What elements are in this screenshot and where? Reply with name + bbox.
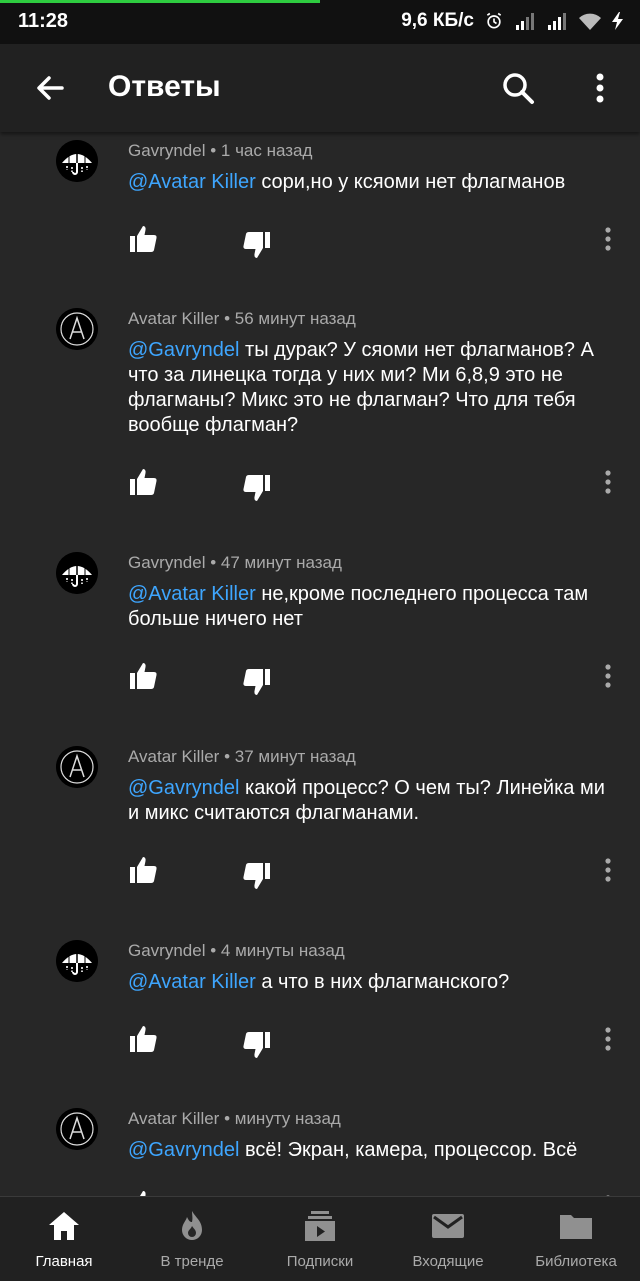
comment-meta: Gavryndel • 47 минут назад: [128, 553, 342, 573]
avatar[interactable]: [56, 552, 98, 594]
meta-separator: •: [205, 941, 221, 960]
app-bar: Ответы: [0, 44, 640, 132]
dislike-icon[interactable]: [240, 229, 272, 261]
bottom-navigation: Главная В тренде Подписки Входящие Библиотек…: [0, 1196, 640, 1281]
comment-meta: Avatar Killer • 56 минут назад: [128, 309, 356, 329]
comment-author[interactable]: Gavryndel: [128, 141, 205, 160]
mention-link[interactable]: @Gavryndel: [128, 339, 239, 361]
comment-author[interactable]: Avatar Killer: [128, 747, 219, 766]
network-speed: 9,6 КБ/с: [401, 10, 474, 31]
signal-icon: [516, 13, 534, 30]
comment-text: @Avatar Killer не,кроме последнего проце…: [128, 582, 618, 632]
mention-link[interactable]: @Avatar Killer: [128, 583, 256, 605]
comment-author[interactable]: Avatar Killer: [128, 309, 219, 328]
comment-meta: Avatar Killer • 37 минут назад: [128, 747, 356, 767]
search-icon[interactable]: [496, 66, 540, 110]
meta-separator: •: [205, 553, 221, 572]
mention-link[interactable]: @Avatar Killer: [128, 971, 256, 993]
home-icon: [46, 1209, 82, 1243]
comment-time[interactable]: 47 минут назад: [221, 553, 342, 572]
nav-label: Подписки: [286, 1253, 354, 1270]
comment-text: @Avatar Killer сори,но у ксяоми нет флаг…: [128, 170, 618, 195]
comment-text: @Avatar Killer а что в них флагманского?: [128, 970, 618, 995]
like-icon[interactable]: [128, 1188, 160, 1196]
like-icon[interactable]: [128, 660, 160, 692]
comment-time[interactable]: минуту назад: [235, 1109, 341, 1128]
more-vert-icon[interactable]: [580, 66, 620, 110]
meta-separator: •: [205, 141, 221, 160]
comment-time[interactable]: 1 час назад: [221, 141, 313, 160]
nav-item-2[interactable]: Подписки: [256, 1197, 384, 1281]
nav-label: Библиотека: [535, 1253, 617, 1270]
alarm-icon: [486, 12, 502, 29]
comment-author[interactable]: Gavryndel: [128, 941, 205, 960]
comment-body: сори,но у ксяоми нет флагманов: [261, 171, 566, 193]
comment-body: а что в них флагманского?: [261, 971, 510, 993]
status-progress-line: [0, 0, 320, 3]
comment-time[interactable]: 4 минуты назад: [221, 941, 345, 960]
subscriptions-icon: [302, 1209, 338, 1243]
nav-item-1[interactable]: В тренде: [128, 1197, 256, 1281]
status-time: 11:28: [18, 10, 69, 32]
dislike-icon[interactable]: [240, 860, 272, 892]
status-icons: 9,6 КБ/с: [401, 10, 626, 32]
comment-item: Avatar Killer • 56 минут назад @Gavryndel…: [0, 300, 640, 501]
nav-label: Входящие: [412, 1253, 484, 1270]
comment-author[interactable]: Gavryndel: [128, 553, 205, 572]
meta-separator: •: [219, 1109, 235, 1128]
charging-icon: [612, 12, 623, 30]
replies-list[interactable]: Gavryndel • 1 час назад @Avatar Killer со…: [0, 132, 640, 1196]
comment-item: Avatar Killer • минуту назад @Gavryndel в…: [0, 1100, 640, 1196]
comment-item: Avatar Killer • 37 минут назад @Gavryndel…: [0, 738, 640, 938]
comment-time[interactable]: 37 минут назад: [235, 747, 356, 766]
nav-label: Главная: [35, 1253, 93, 1270]
meta-separator: •: [219, 747, 235, 766]
comment-text: @Gavryndel всё! Экран, камера, процессор…: [128, 1138, 618, 1163]
nav-item-0[interactable]: Главная: [0, 1197, 128, 1281]
comment-meta: Gavryndel • 1 час назад: [128, 141, 312, 161]
wifi-icon: [579, 13, 601, 30]
comment-item: Gavryndel • 47 минут назад @Avatar Killer…: [0, 544, 640, 744]
dislike-icon[interactable]: [240, 1029, 272, 1061]
comment-text: @Gavryndel какой процесс? О чем ты? Лине…: [128, 776, 618, 826]
comment-more-icon[interactable]: [598, 225, 618, 253]
arrow-back-icon[interactable]: [28, 66, 72, 110]
like-icon[interactable]: [128, 1023, 160, 1055]
inbox-mail-icon: [430, 1209, 466, 1243]
comment-text: @Gavryndel ты дурак? У сяоми нет флагман…: [128, 338, 618, 438]
mention-link[interactable]: @Gavryndel: [128, 777, 239, 799]
nav-item-3[interactable]: Входящие: [384, 1197, 512, 1281]
comment-more-icon[interactable]: [598, 662, 618, 690]
page-title: Ответы: [108, 70, 221, 103]
comment-author[interactable]: Avatar Killer: [128, 1109, 219, 1128]
comment-meta: Avatar Killer • минуту назад: [128, 1109, 341, 1129]
comment-meta: Gavryndel • 4 минуты назад: [128, 941, 345, 961]
dislike-icon[interactable]: [240, 666, 272, 698]
avatar[interactable]: [56, 746, 98, 788]
nav-label: В тренде: [160, 1253, 224, 1270]
comment-body: всё! Экран, камера, процессор. Всё: [245, 1139, 578, 1161]
comment-time[interactable]: 56 минут назад: [235, 309, 356, 328]
status-bar: 11:28 9,6 КБ/с: [0, 0, 640, 44]
library-folder-icon: [558, 1209, 594, 1243]
avatar[interactable]: [56, 140, 98, 182]
nav-item-4[interactable]: Библиотека: [512, 1197, 640, 1281]
avatar[interactable]: [56, 308, 98, 350]
avatar[interactable]: [56, 1108, 98, 1150]
dislike-icon[interactable]: [240, 472, 272, 504]
trending-flame-icon: [174, 1209, 210, 1243]
like-icon[interactable]: [128, 466, 160, 498]
mention-link[interactable]: @Gavryndel: [128, 1139, 239, 1161]
meta-separator: •: [219, 309, 235, 328]
comment-more-icon[interactable]: [598, 856, 618, 884]
avatar[interactable]: [56, 940, 98, 982]
comment-more-icon[interactable]: [598, 468, 618, 496]
comment-more-icon[interactable]: [598, 1025, 618, 1053]
like-icon[interactable]: [128, 854, 160, 886]
mention-link[interactable]: @Avatar Killer: [128, 171, 256, 193]
like-icon[interactable]: [128, 223, 160, 255]
signal-icon: [548, 13, 566, 30]
